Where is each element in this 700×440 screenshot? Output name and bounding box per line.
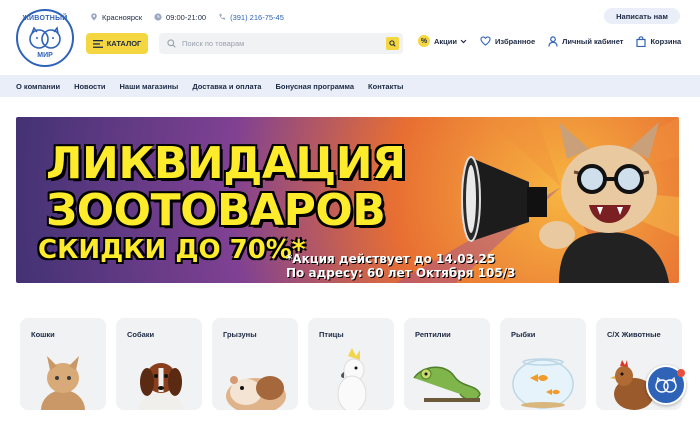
phone-icon (219, 13, 226, 20)
category-list: Кошки Собаки Грызуны Птицы Рептилии Рыбк… (20, 318, 682, 410)
favorites-link[interactable]: Избранное (480, 36, 535, 46)
cockatoo-image (337, 348, 367, 410)
banner-headline-2: ЗООТОВАРОВ (46, 185, 386, 236)
header-actions: % Акции Избранное Личный кабинет Корзина (418, 35, 681, 47)
puppy-image (139, 363, 183, 410)
shopping-bag-icon (636, 35, 647, 47)
banner-discount: СКИДКИ ДО 70%* (38, 235, 306, 265)
promo-banner[interactable]: ЛИКВИДАЦИЯ ЗООТОВАРОВ СКИДКИ ДО 70%* *Ак… (16, 117, 679, 283)
category-card-fish[interactable]: Рыбки (500, 318, 586, 410)
nav-item-contacts[interactable]: Контакты (368, 82, 403, 91)
promo-label: Акции (434, 36, 458, 46)
category-label: Кошки (31, 330, 55, 339)
percent-icon: % (418, 35, 430, 47)
menu-icon (92, 39, 103, 48)
location-pin-icon (91, 13, 97, 21)
user-icon (548, 35, 558, 47)
catalog-button[interactable]: КАТАЛОГ (86, 33, 148, 54)
banner-note-address: По адресу: 60 лет Октября 105/3 (286, 266, 516, 281)
notification-dot (677, 369, 685, 377)
nav-item-bonus[interactable]: Бонусная программа (275, 82, 354, 91)
city-selector[interactable]: Красноярск (90, 13, 142, 22)
category-label: Собаки (127, 330, 155, 339)
account-link[interactable]: Личный кабинет (548, 35, 624, 47)
category-label: Грызуны (223, 330, 257, 339)
nav-item-news[interactable]: Новости (74, 82, 105, 91)
banner-note: *Акция действует до 14.03.25 По адресу: … (286, 252, 515, 281)
favorites-label: Избранное (495, 36, 536, 46)
cart-label: Корзина (650, 36, 682, 46)
topbar: Красноярск 09:00-21:00 (391) 216-75-45 (90, 10, 296, 24)
nav-item-about[interactable]: О компании (16, 82, 60, 91)
account-label: Личный кабинет (562, 36, 624, 46)
category-card-rodents[interactable]: Грызуны (212, 318, 298, 410)
logo-text-bottom: МИР (37, 52, 53, 59)
category-label: Рептилии (415, 330, 451, 339)
search-input[interactable] (182, 39, 386, 48)
kitten-image (41, 356, 85, 410)
chameleon-image (413, 366, 481, 402)
chevron-down-icon (460, 39, 467, 43)
clock-icon (154, 13, 162, 21)
logo[interactable]: ЖИВОТНЫЙ МИР (16, 9, 74, 67)
promo-dropdown[interactable]: % Акции (418, 35, 467, 47)
floating-chat-button[interactable] (646, 365, 686, 405)
banner-note-date: *Акция действует до 14.03.25 (286, 252, 496, 266)
search-submit-icon (389, 40, 396, 47)
search-submit-button[interactable] (386, 37, 399, 50)
category-card-dogs[interactable]: Собаки (116, 318, 202, 410)
work-hours: 09:00-21:00 (154, 13, 206, 22)
category-card-reptiles[interactable]: Рептилии (404, 318, 490, 410)
cart-link[interactable]: Корзина (636, 35, 682, 47)
nav-item-stores[interactable]: Наши магазины (120, 82, 179, 91)
main-nav: О компании Новости Наши магазины Доставк… (0, 75, 700, 97)
hamster-image (226, 376, 286, 410)
heart-icon (480, 36, 491, 46)
catalog-label: КАТАЛОГ (106, 39, 142, 48)
banner-headline-1: ЛИКВИДАЦИЯ (46, 138, 406, 189)
write-us-button[interactable]: Написать нам (604, 8, 680, 24)
search-icon (167, 39, 176, 48)
category-card-cats[interactable]: Кошки (20, 318, 106, 410)
nav-item-delivery[interactable]: Доставка и оплата (192, 82, 261, 91)
phone-link[interactable]: (391) 216-75-45 (218, 13, 284, 22)
category-card-birds[interactable]: Птицы (308, 318, 394, 410)
search-bar (159, 33, 403, 54)
hours-label: 09:00-21:00 (166, 12, 207, 22)
category-label: Птицы (319, 330, 344, 339)
category-label: С/Х Животные (607, 330, 661, 339)
fishbowl-image (512, 358, 574, 409)
category-label: Рыбки (511, 330, 536, 339)
phone-number: (391) 216-75-45 (230, 12, 284, 22)
city-label: Красноярск (102, 12, 143, 22)
